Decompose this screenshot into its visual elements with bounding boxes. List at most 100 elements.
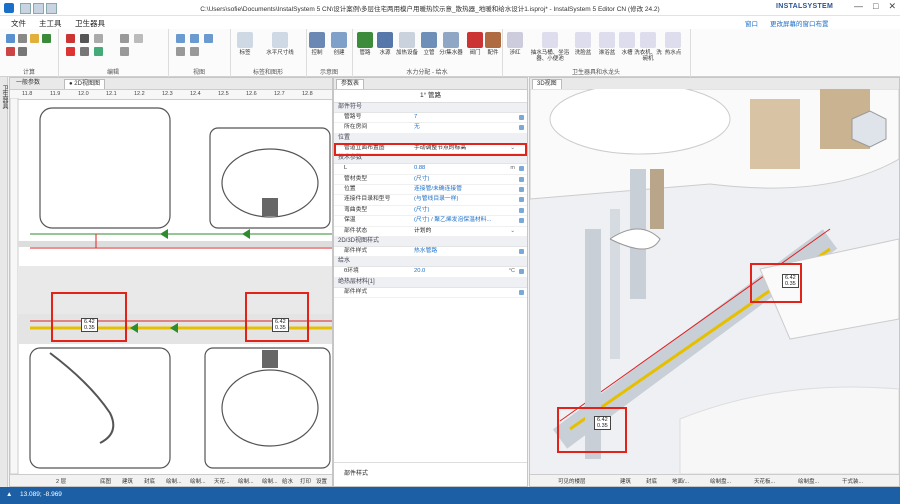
layer-draw[interactable]: 绘制盘... bbox=[710, 477, 731, 485]
section-insulation[interactable]: 绝热层材料[1] bbox=[334, 277, 527, 288]
layer-ceiling[interactable]: 天花板... bbox=[754, 477, 775, 485]
edit-icon[interactable] bbox=[519, 289, 524, 295]
prop-value[interactable]: 7 bbox=[414, 113, 417, 122]
cut-icon[interactable] bbox=[80, 34, 89, 43]
prop-value[interactable]: (尺寸) bbox=[414, 175, 429, 184]
prop-value[interactable]: (尺寸) bbox=[414, 206, 429, 215]
zoom-in-icon[interactable] bbox=[176, 34, 185, 43]
list-icon[interactable] bbox=[18, 47, 27, 56]
tool-icon[interactable] bbox=[18, 34, 27, 43]
label-button[interactable]: 标签 bbox=[232, 32, 258, 56]
prop-row[interactable]: 部件样式 热水管路 bbox=[334, 247, 527, 258]
tab-parameters[interactable]: 参数表 bbox=[336, 79, 365, 89]
layer-water[interactable]: 给水 bbox=[282, 477, 293, 485]
layer-building[interactable]: 建筑 bbox=[620, 477, 631, 485]
prop-row[interactable]: 部件状态 计划的 ⌄ bbox=[334, 227, 527, 237]
edit-icon[interactable] bbox=[519, 115, 524, 120]
tab-general-params[interactable]: 一般参数 bbox=[12, 79, 44, 88]
floor-selector[interactable]: 2 层 bbox=[56, 477, 66, 485]
prop-row[interactable]: 管路号 7 bbox=[334, 113, 527, 124]
create-button[interactable]: 创建 bbox=[326, 32, 352, 56]
edit-icon[interactable] bbox=[519, 125, 524, 131]
calc-icon[interactable] bbox=[6, 34, 15, 43]
edit-icon[interactable] bbox=[519, 176, 524, 182]
save-icon[interactable] bbox=[20, 3, 31, 14]
print-button[interactable]: 打印 bbox=[300, 477, 311, 485]
edit-icon[interactable] bbox=[519, 207, 524, 213]
layer-base[interactable]: 底图 bbox=[100, 477, 111, 485]
layer-draw[interactable]: 绘制盘... bbox=[798, 477, 819, 485]
toilet-button[interactable]: 抽水马桶、坐浴器、小便池 bbox=[530, 32, 570, 62]
pan-icon[interactable] bbox=[176, 47, 185, 56]
warning-icon[interactable]: ▲ bbox=[6, 491, 12, 498]
prop-row[interactable]: 弯曲类型 (尺寸) bbox=[334, 206, 527, 217]
prop-value[interactable]: 连接管/未确连接管 bbox=[414, 185, 462, 194]
zoom-out-icon[interactable] bbox=[190, 34, 199, 43]
layer-draw[interactable]: 绘制... bbox=[190, 477, 206, 485]
folder-icon[interactable] bbox=[30, 34, 39, 43]
layer-floor[interactable]: 地面/... bbox=[672, 477, 689, 485]
grid-icon[interactable] bbox=[190, 47, 199, 56]
align-icon[interactable] bbox=[120, 47, 129, 56]
prop-row[interactable]: 管材类型 (尺寸) bbox=[334, 175, 527, 185]
chevron-down-icon[interactable]: ⌄ bbox=[510, 227, 515, 236]
tab-3d-view[interactable]: 3D视图 bbox=[532, 79, 562, 89]
prop-value[interactable]: 20.0 bbox=[414, 267, 425, 276]
minimize-button[interactable]: — bbox=[854, 1, 863, 12]
section-component-symbol[interactable]: 部件符号 bbox=[334, 103, 527, 113]
move-icon[interactable] bbox=[80, 47, 89, 56]
view-cube-icon[interactable] bbox=[851, 110, 887, 148]
prop-value[interactable]: 计划的 bbox=[414, 227, 431, 236]
prop-value[interactable]: 0.88 bbox=[414, 164, 425, 173]
section-view-style[interactable]: 2D/3D视图样式 bbox=[334, 236, 527, 247]
prop-value[interactable]: 热水管路 bbox=[414, 247, 437, 256]
edit-icon[interactable] bbox=[519, 197, 524, 203]
prop-row[interactable]: 连接件目录和型号 (与管线目录一样) bbox=[334, 195, 527, 206]
prop-value[interactable]: (尺寸) / 聚乙烯发泡保温材料... bbox=[414, 216, 491, 225]
layer-dry[interactable]: 干式装... bbox=[842, 477, 863, 485]
visible-floors-select[interactable]: 可见的楼层 bbox=[558, 477, 586, 485]
layer-icon[interactable] bbox=[134, 34, 143, 43]
edit-icon[interactable] bbox=[519, 166, 524, 172]
select-icon[interactable] bbox=[120, 34, 129, 43]
close-button[interactable]: ✕ bbox=[888, 1, 896, 12]
layer-cover[interactable]: 封底 bbox=[646, 477, 657, 485]
layout-menu[interactable]: 更改屏幕的窗口布置 bbox=[770, 18, 829, 28]
layer-draw[interactable]: 绘制... bbox=[166, 477, 182, 485]
left-side-strip[interactable]: 卫生器具 bbox=[0, 77, 8, 487]
prop-row[interactable]: 位置 连接管/未确连接管 bbox=[334, 185, 527, 196]
check-icon[interactable] bbox=[42, 34, 51, 43]
redo-icon[interactable] bbox=[46, 3, 57, 14]
zoom-fit-icon[interactable] bbox=[204, 34, 213, 43]
dimension-button[interactable]: 水平尺寸线 bbox=[260, 32, 300, 56]
overflow-button[interactable]: 涉红 bbox=[502, 32, 528, 56]
undo-icon[interactable] bbox=[33, 3, 44, 14]
tab-2d-view[interactable]: ● 2D视图图 bbox=[64, 79, 105, 89]
copy-icon[interactable] bbox=[94, 34, 103, 43]
delete-icon[interactable] bbox=[66, 34, 75, 43]
settings-button[interactable]: 设置 bbox=[316, 477, 327, 485]
layer-draw[interactable]: 绘制... bbox=[238, 477, 254, 485]
rotate-icon[interactable] bbox=[94, 47, 103, 56]
remove-icon[interactable] bbox=[66, 47, 75, 56]
section-water-supply[interactable]: 给水 bbox=[334, 257, 527, 268]
layer-ceiling[interactable]: 天花... bbox=[214, 477, 230, 485]
prop-row[interactable]: 所在房间 无 bbox=[334, 123, 527, 134]
window-menu[interactable]: 窗口 bbox=[745, 18, 758, 28]
washbasin-button[interactable]: 洗脸盆 bbox=[570, 32, 596, 56]
prop-value[interactable]: (与管线目录一样) bbox=[414, 195, 458, 204]
prop-value[interactable]: 无 bbox=[414, 123, 420, 132]
prop-row[interactable]: L 0.88 m bbox=[334, 164, 527, 175]
edit-icon[interactable] bbox=[519, 218, 524, 224]
prop-row[interactable]: θ环境 20.0 °C bbox=[334, 267, 527, 278]
report-icon[interactable] bbox=[6, 47, 15, 56]
edit-icon[interactable] bbox=[519, 248, 524, 254]
plan-drawing-canvas[interactable] bbox=[10, 98, 332, 474]
edit-icon[interactable] bbox=[519, 269, 524, 275]
prop-row[interactable]: 保温 (尺寸) / 聚乙烯发泡保温材料... bbox=[334, 216, 527, 227]
layer-cover[interactable]: 封底 bbox=[144, 477, 155, 485]
layer-building[interactable]: 建筑 bbox=[122, 477, 133, 485]
hot-water-point-button[interactable]: 热水点 bbox=[660, 32, 686, 56]
prop-row[interactable]: 部件样式 bbox=[334, 288, 527, 299]
edit-icon[interactable] bbox=[519, 186, 524, 192]
